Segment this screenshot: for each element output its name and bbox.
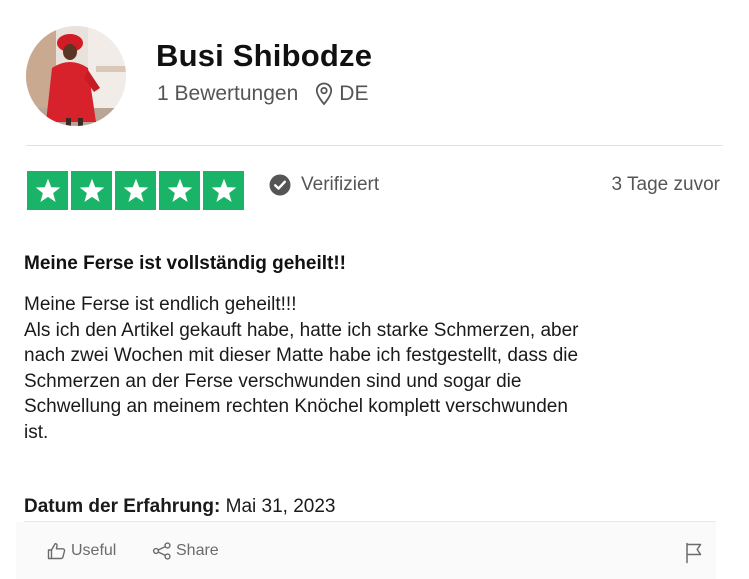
review-title: Meine Ferse ist vollständig geheilt!! <box>24 253 347 274</box>
thumbs-up-icon <box>47 542 66 560</box>
header-divider <box>26 145 723 146</box>
star-icon <box>203 171 244 210</box>
location-pin-icon <box>315 82 333 106</box>
reviewer-meta: 1 Bewertungen DE <box>157 82 368 106</box>
report-button[interactable] <box>684 542 704 569</box>
reviewer-avatar <box>26 26 126 126</box>
verified-badge[interactable]: Verifiziert <box>269 174 379 196</box>
share-label: Share <box>176 542 219 559</box>
share-icon <box>152 542 171 560</box>
experience-date: Datum der Erfahrung: Mai 31, 2023 <box>24 496 336 518</box>
review-count: 1 Bewertungen <box>157 82 299 105</box>
useful-label: Useful <box>71 542 117 559</box>
flag-icon <box>686 542 702 564</box>
review-text-line: Schmerzen an der Ferse verschwunden sind… <box>24 370 522 392</box>
avatar-photo <box>26 26 126 126</box>
review-body: Meine Ferse ist endlich geheilt!!! Als i… <box>24 292 724 445</box>
star-icon <box>159 171 200 210</box>
reviewer-name[interactable]: Busi Shibodze <box>156 38 372 74</box>
review-text-line: ist. <box>24 421 49 443</box>
review-date: 3 Tage zuvor <box>611 174 720 195</box>
reviewer-country: DE <box>339 82 369 105</box>
star-icon <box>115 171 156 210</box>
star-rating <box>27 171 244 210</box>
star-icon <box>71 171 112 210</box>
share-button[interactable]: Share <box>152 542 219 560</box>
experience-value: Mai 31, 2023 <box>225 496 336 517</box>
verified-label: Verifiziert <box>301 174 380 195</box>
review-text-line: Meine Ferse ist endlich geheilt!!! <box>24 294 297 315</box>
useful-button[interactable]: Useful <box>47 542 116 560</box>
review-actions: Useful Share <box>16 522 716 579</box>
review-text-line: nach zwei Wochen mit dieser Matte habe i… <box>24 345 579 366</box>
star-icon <box>27 171 68 210</box>
review-text-line: Schwellung an meinem rechten Knöchel kom… <box>24 396 568 417</box>
review-text-line: Als ich den Artikel gekauft habe, hatte … <box>24 319 579 341</box>
experience-label: Datum der Erfahrung: <box>24 496 221 517</box>
check-circle-icon <box>269 174 291 196</box>
